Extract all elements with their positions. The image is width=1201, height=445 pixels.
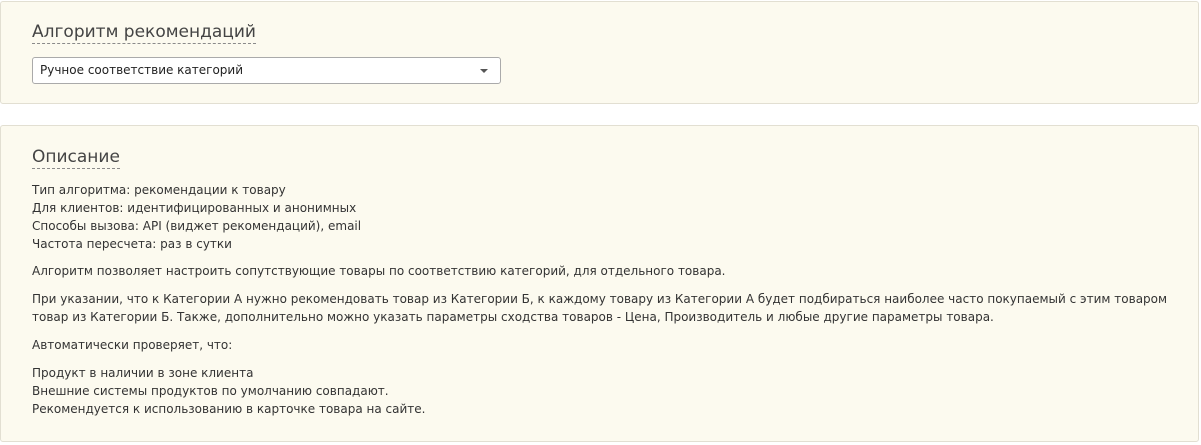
description-paragraph-2: При указании, что к Категории А нужно ре… xyxy=(32,292,1168,324)
description-body: Тип алгоритма: рекомендации к товару Для… xyxy=(32,181,1182,418)
algorithm-select-value: Ручное соответствие категорий xyxy=(40,63,244,77)
check-item: Внешние системы продуктов по умолчанию с… xyxy=(32,384,389,398)
algorithm-select[interactable]: Ручное соответствие категорий xyxy=(32,57,501,84)
algorithm-meta: Тип алгоритма: рекомендации к товару Для… xyxy=(32,181,1182,253)
check-item: Продукт в наличии в зоне клиента xyxy=(32,366,254,380)
description-panel-title[interactable]: Описание xyxy=(32,147,120,169)
meta-clients: Для клиентов: идентифицированных и анони… xyxy=(32,201,357,215)
algorithm-panel: Алгоритм рекомендаций Ручное соответстви… xyxy=(0,1,1199,104)
meta-recalc-frequency: Частота пересчета: раз в сутки xyxy=(32,237,232,251)
description-paragraph-1: Алгоритм позволяет настроить сопутствующ… xyxy=(32,264,726,278)
check-item: Рекомендуется к использованию в карточке… xyxy=(32,402,426,416)
algorithm-panel-title[interactable]: Алгоритм рекомендаций xyxy=(32,22,256,44)
chevron-down-icon[interactable] xyxy=(480,69,488,73)
checks-heading: Автоматически проверяет, что: xyxy=(32,338,233,352)
meta-call-methods: Способы вызова: API (виджет рекомендаций… xyxy=(32,219,362,233)
description-panel: Описание Тип алгоритма: рекомендации к т… xyxy=(0,125,1199,442)
meta-algorithm-type: Тип алгоритма: рекомендации к товару xyxy=(32,183,286,197)
checks-list: Продукт в наличии в зоне клиента Внешние… xyxy=(32,364,1182,418)
